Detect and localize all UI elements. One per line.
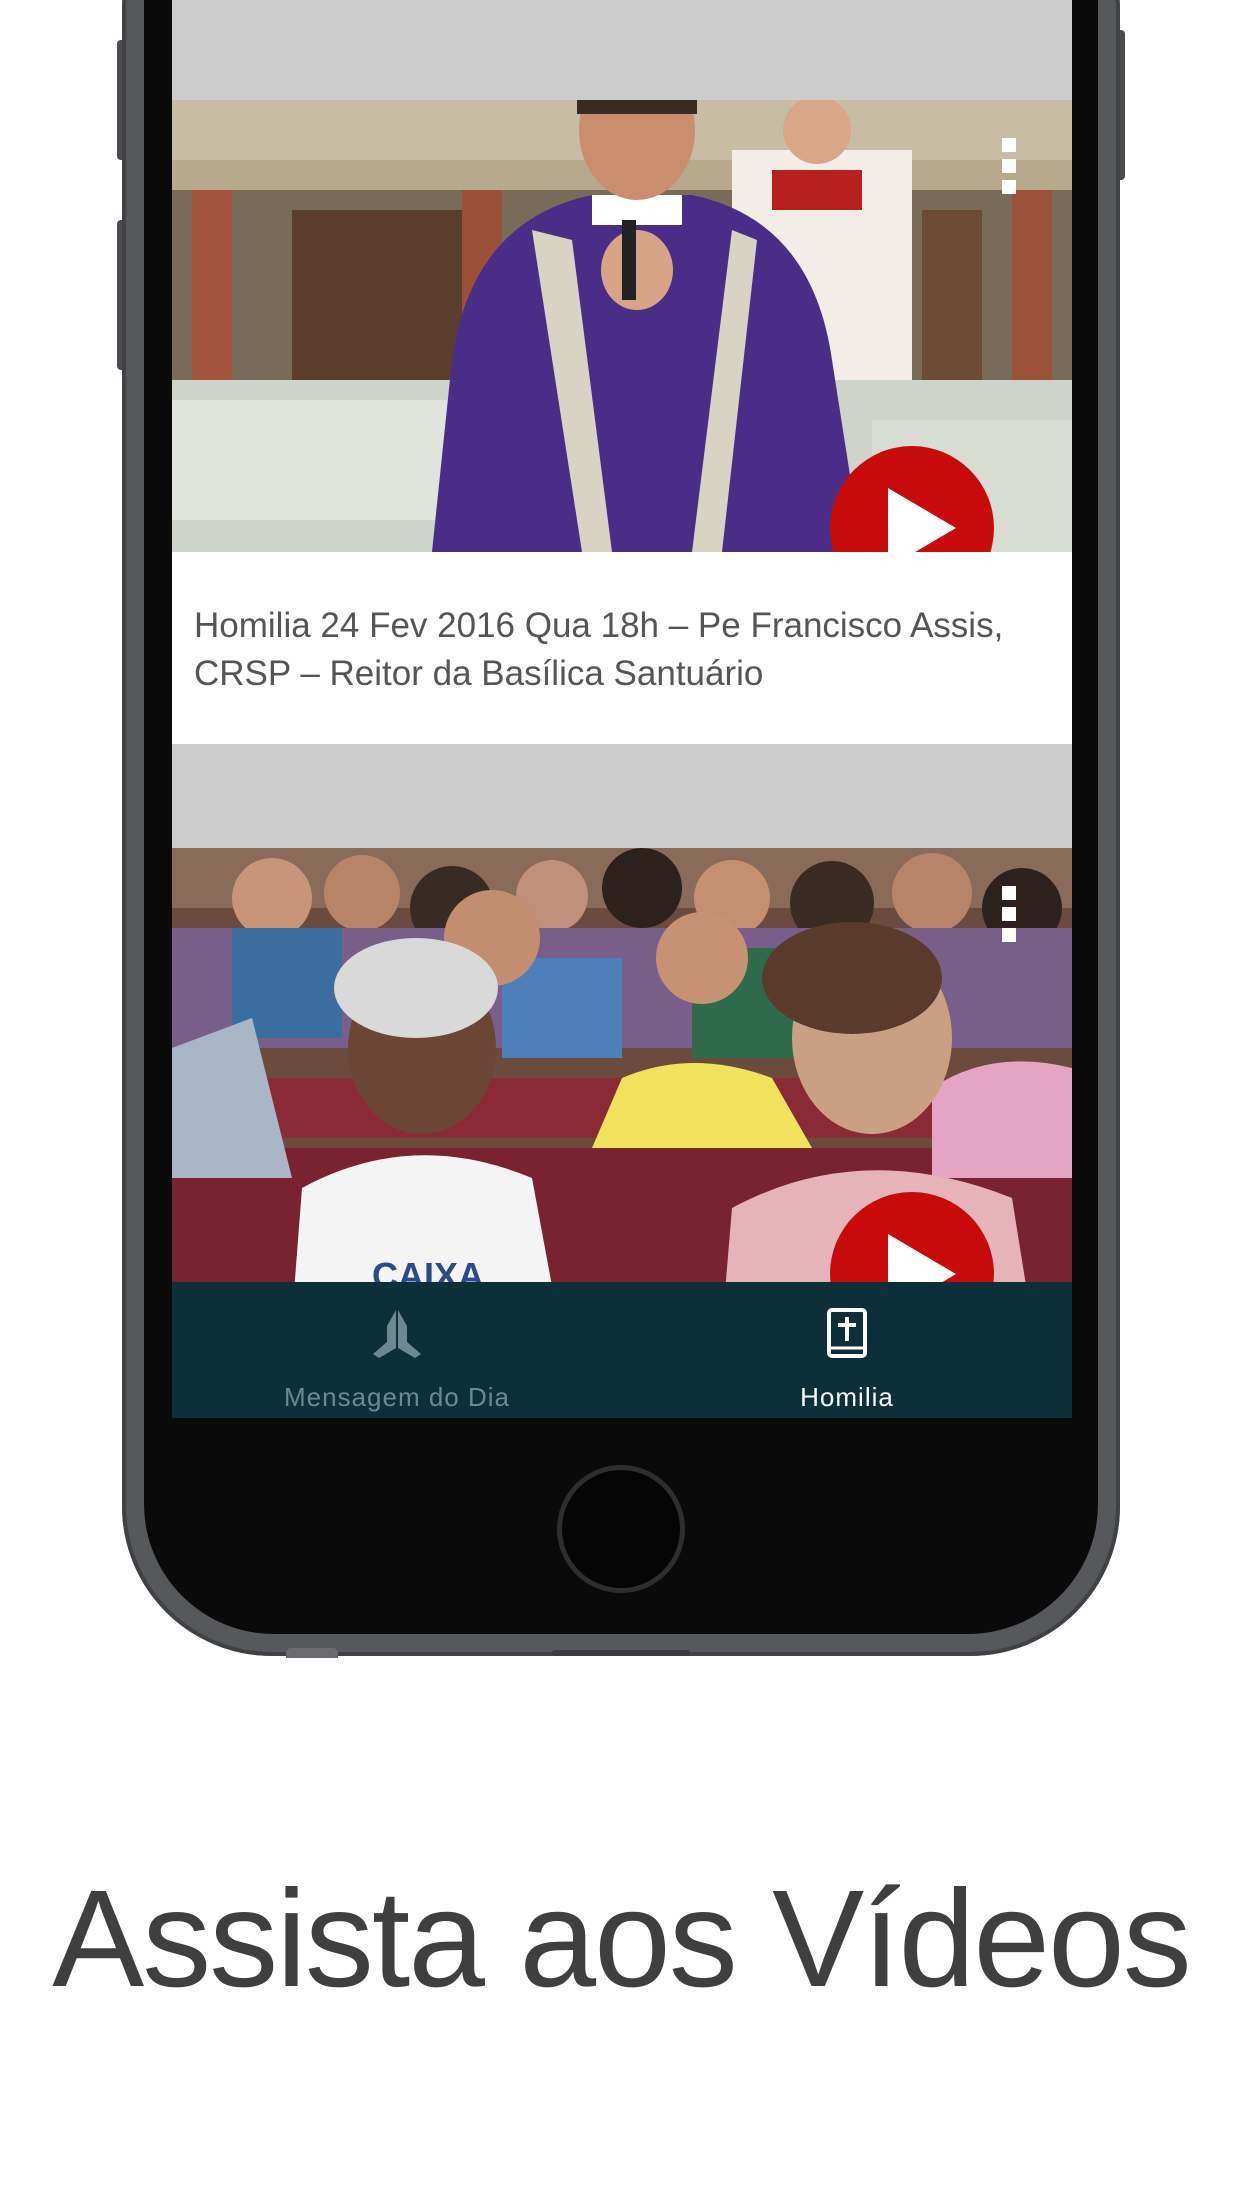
tab-label: Homilia: [800, 1382, 894, 1412]
tab-homilia[interactable]: Homilia: [622, 1282, 1072, 1418]
home-button[interactable]: [557, 1465, 685, 1593]
bottom-tab-bar: Mensagem do Dia Homilia: [172, 1282, 1072, 1418]
phone-speaker-grill: [286, 1648, 338, 1658]
priest-preaching-photo[interactable]: [172, 100, 1072, 552]
tab-label: Mensagem do Dia: [284, 1382, 510, 1412]
praying-hands-icon: [373, 1310, 421, 1358]
video-card[interactable]: Homilia 24 Fev 2016 Qua 18h – Pe Francis…: [172, 100, 1072, 744]
kebab-menu-icon[interactable]: [1002, 886, 1016, 942]
video-title[interactable]: Homilia 24 Fev 2016 Qua 18h – Pe Francis…: [194, 602, 1034, 698]
tab-mensagem-do-dia[interactable]: Mensagem do Dia: [172, 1282, 622, 1418]
kebab-menu-icon[interactable]: [1002, 138, 1016, 194]
phone-lightning-port: [552, 1650, 690, 1656]
bible-cross-icon: [827, 1308, 867, 1358]
app-screen: Homilia 24 Fev 2016 Qua 18h – Pe Francis…: [172, 0, 1072, 1418]
promo-caption: Assista aos Vídeos: [52, 1862, 1192, 2016]
